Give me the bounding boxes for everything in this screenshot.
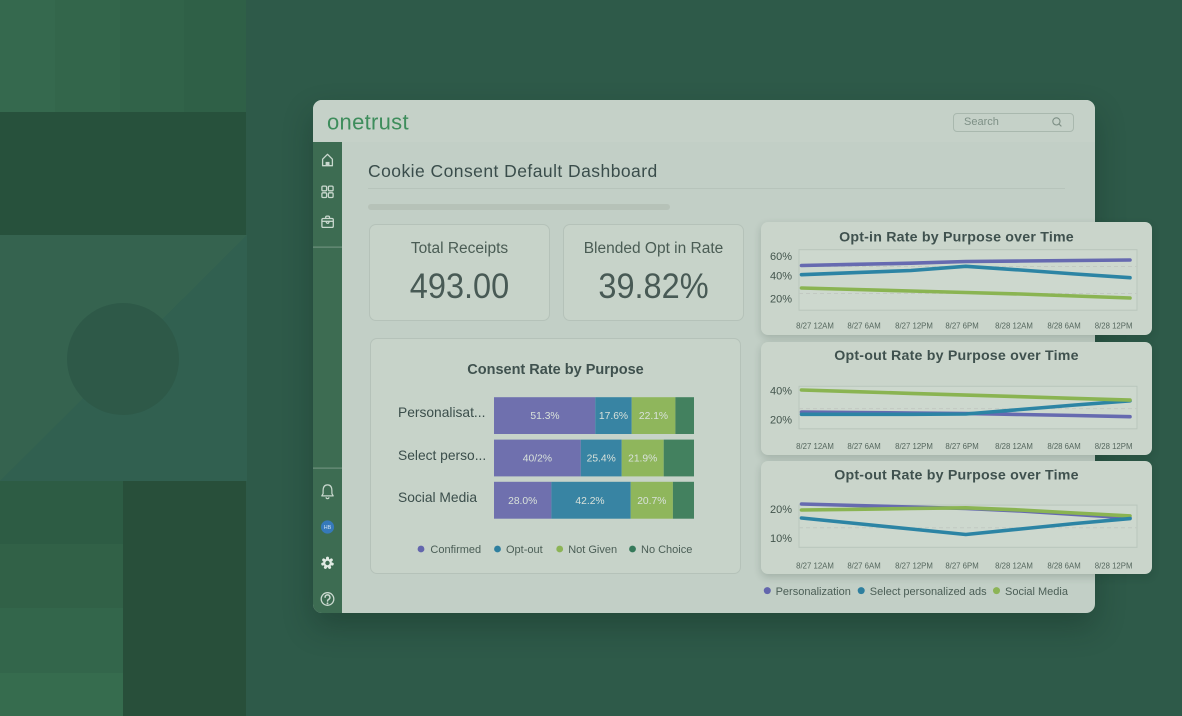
- svg-text:8/27 12AM: 8/27 12AM: [796, 562, 834, 571]
- svg-text:8/27 6AM: 8/27 6AM: [847, 442, 880, 451]
- svg-text:Opt-out: Opt-out: [506, 544, 543, 556]
- svg-text:8/27 12PM: 8/27 12PM: [895, 322, 933, 331]
- svg-text:21.9%: 21.9%: [628, 454, 657, 465]
- svg-text:20.7%: 20.7%: [637, 496, 666, 507]
- svg-text:8/27 6PM: 8/27 6PM: [945, 322, 978, 331]
- svg-text:8/28 6AM: 8/28 6AM: [1047, 442, 1080, 451]
- svg-text:8/28 12PM: 8/28 12PM: [1095, 322, 1133, 331]
- svg-text:17.6%: 17.6%: [599, 411, 628, 422]
- svg-text:Opt-in Rate by Purpose over Ti: Opt-in Rate by Purpose over Time: [839, 230, 1074, 246]
- svg-text:20%: 20%: [770, 414, 792, 426]
- svg-text:Social Media: Social Media: [1005, 586, 1069, 598]
- svg-text:40%: 40%: [770, 385, 792, 397]
- svg-text:22.1%: 22.1%: [639, 411, 668, 422]
- svg-text:8/27 12AM: 8/27 12AM: [796, 322, 834, 331]
- svg-text:8/28 6AM: 8/28 6AM: [1047, 562, 1080, 571]
- svg-text:8/27 6PM: 8/27 6PM: [945, 562, 978, 571]
- svg-text:8/28 12PM: 8/28 12PM: [1095, 562, 1133, 571]
- svg-text:40/2%: 40/2%: [523, 454, 552, 465]
- svg-text:8/27 12PM: 8/27 12PM: [895, 562, 933, 571]
- svg-text:20%: 20%: [770, 293, 792, 305]
- svg-text:Not Given: Not Given: [568, 544, 617, 556]
- svg-text:onetrust: onetrust: [327, 110, 409, 135]
- svg-text:HB: HB: [324, 525, 332, 531]
- svg-text:No Choice: No Choice: [641, 544, 692, 556]
- svg-text:8/28 12AM: 8/28 12AM: [995, 562, 1033, 571]
- svg-text:8/28 12AM: 8/28 12AM: [995, 442, 1033, 451]
- svg-text:20%: 20%: [770, 504, 792, 516]
- svg-text:Personalization: Personalization: [776, 586, 851, 598]
- svg-text:Select personalized ads: Select personalized ads: [870, 586, 987, 598]
- svg-text:8/28 12PM: 8/28 12PM: [1095, 442, 1133, 451]
- svg-text:60%: 60%: [770, 251, 792, 263]
- svg-text:42.2%: 42.2%: [575, 496, 604, 507]
- svg-text:10%: 10%: [770, 533, 792, 545]
- svg-text:Confirmed: Confirmed: [430, 544, 481, 556]
- svg-text:8/27 12PM: 8/27 12PM: [895, 442, 933, 451]
- svg-text:8/27 6AM: 8/27 6AM: [847, 322, 880, 331]
- svg-text:51.3%: 51.3%: [530, 411, 559, 422]
- svg-text:Opt-out Rate by Purpose over T: Opt-out Rate by Purpose over Time: [834, 468, 1078, 484]
- svg-text:Opt-out Rate by Purpose over T: Opt-out Rate by Purpose over Time: [834, 348, 1078, 364]
- svg-text:8/28 12AM: 8/28 12AM: [995, 322, 1033, 331]
- svg-text:8/28 6AM: 8/28 6AM: [1047, 322, 1080, 331]
- svg-text:40%: 40%: [770, 270, 792, 282]
- svg-text:8/27 6AM: 8/27 6AM: [847, 562, 880, 571]
- svg-text:8/27 6PM: 8/27 6PM: [945, 442, 978, 451]
- svg-text:28.0%: 28.0%: [508, 496, 537, 507]
- svg-text:8/27 12AM: 8/27 12AM: [796, 442, 834, 451]
- svg-text:25.4%: 25.4%: [587, 454, 616, 465]
